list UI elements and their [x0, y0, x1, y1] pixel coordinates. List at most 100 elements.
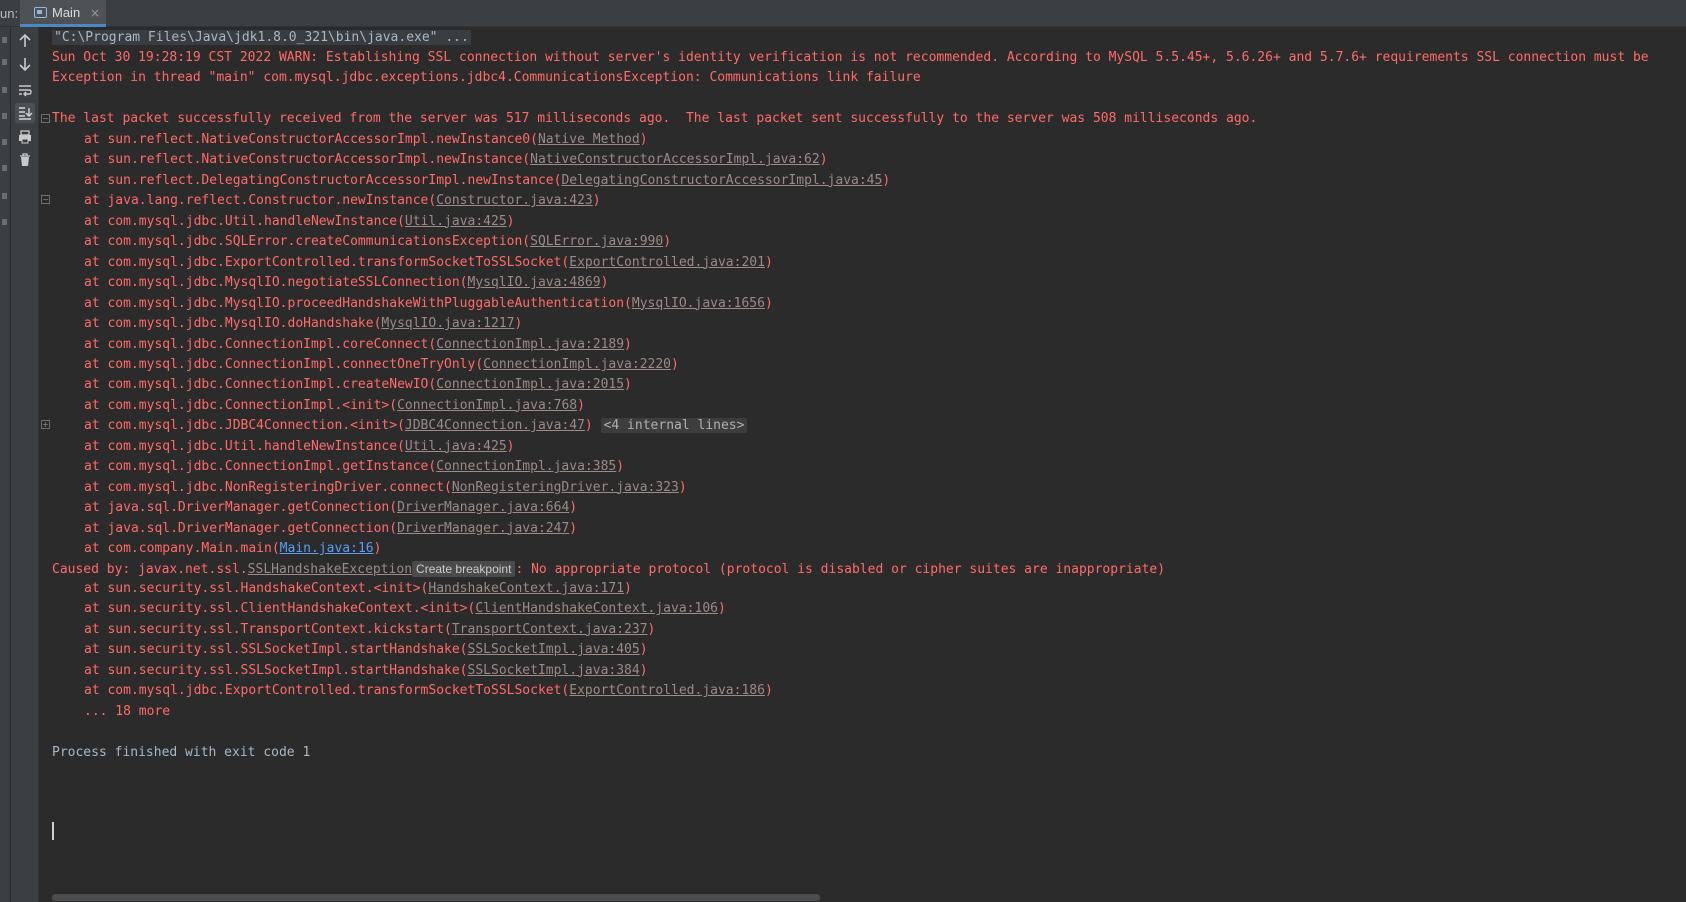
stack-frame-close-paren: ): [592, 193, 601, 209]
stack-frame-close-paren: ): [577, 397, 585, 413]
console-line-more: ... 18 more: [84, 704, 171, 719]
source-link[interactable]: MysqlIO.java:4869: [468, 275, 601, 290]
internal-lines-fold[interactable]: <4 internal lines>: [600, 418, 748, 434]
stack-frame-method: at com.mysql.jdbc.SQLError.createCommuni…: [84, 234, 531, 250]
source-link[interactable]: Constructor.java:423: [436, 193, 593, 208]
stack-frame-method: at com.mysql.jdbc.ConnectionImpl.<init>(: [84, 397, 398, 413]
source-link[interactable]: NonRegisteringDriver.java:323: [452, 480, 679, 495]
source-link[interactable]: ClientHandshakeContext.java:106: [475, 601, 718, 616]
caused-by-prefix: Caused by: javax.net.ssl.: [52, 562, 248, 577]
stack-frame-close-paren: ): [506, 438, 515, 454]
source-link[interactable]: MysqlIO.java:1217: [381, 316, 514, 331]
stack-frame-method: at com.mysql.jdbc.ConnectionImpl.createN…: [84, 377, 437, 393]
print-icon[interactable]: [15, 127, 35, 147]
source-link[interactable]: ExportControlled.java:186: [569, 683, 765, 698]
source-link[interactable]: TransportContext.java:237: [452, 622, 648, 637]
source-link[interactable]: MysqlIO.java:1656: [632, 296, 765, 311]
console-output[interactable]: − − + "C:\Program Files\Java\jdk1.8.0_32…: [39, 27, 1686, 902]
source-link[interactable]: DriverManager.java:664: [397, 500, 569, 515]
exception-class-link[interactable]: SSLHandshakeException: [248, 562, 412, 577]
stack-frame-method: at com.mysql.jdbc.ConnectionImpl.connect…: [84, 356, 484, 372]
source-link[interactable]: Main.java:16: [280, 541, 374, 556]
close-icon[interactable]: ×: [90, 6, 100, 20]
stack-frame-method: at java.sql.DriverManager.getConnection(: [84, 500, 398, 516]
stack-frame-close-paren: ): [514, 316, 523, 332]
stack-frame-line: at sun.reflect.NativeConstructorAccessor…: [52, 149, 828, 171]
stack-frame-close-paren: ): [569, 520, 578, 536]
create-breakpoint-button[interactable]: Create breakpoint: [412, 561, 516, 577]
horizontal-scrollbar[interactable]: [52, 894, 820, 901]
stack-frame-close-paren: ): [639, 132, 648, 147]
stack-frame-line: at com.mysql.jdbc.SQLError.createCommuni…: [52, 231, 671, 253]
stack-frame-line: at sun.security.ssl.SSLSocketImpl.startH…: [52, 639, 648, 661]
source-link[interactable]: Util.java:425: [405, 439, 507, 454]
stack-frame-close-paren: ): [671, 356, 679, 372]
console-line-exception: Exception in thread "main" com.mysql.jdb…: [52, 70, 921, 85]
stack-frame-line: at com.mysql.jdbc.MysqlIO.doHandshake(My…: [52, 313, 522, 335]
fold-end-icon[interactable]: −: [41, 195, 50, 204]
edge-marker: [2, 59, 7, 65]
source-link[interactable]: SSLSocketImpl.java:384: [468, 663, 640, 678]
stack-frame-line: at com.mysql.jdbc.NonRegisteringDriver.c…: [52, 477, 687, 499]
stack-frame-method: at sun.reflect.NativeConstructorAccessor…: [84, 152, 531, 168]
console-line-process-finished: Process finished with exit code 1: [52, 745, 311, 760]
stack-frame-close-paren: ): [764, 254, 773, 270]
arrow-up-icon[interactable]: [15, 31, 35, 51]
stack-frame-close-paren: ): [639, 642, 648, 658]
stack-frame-method: at sun.reflect.NativeConstructorAccessor…: [84, 132, 538, 147]
stack-frame-line: at com.mysql.jdbc.Util.handleNewInstance…: [52, 211, 514, 233]
source-link[interactable]: ConnectionImpl.java:2015: [436, 377, 624, 392]
stack-frame-line: at java.sql.DriverManager.getConnection(…: [52, 518, 577, 540]
run-label: un:: [0, 6, 19, 21]
command-text[interactable]: "C:\Program Files\Java\jdk1.8.0_321\bin\…: [52, 30, 471, 45]
edge-marker: [2, 113, 7, 119]
source-link[interactable]: SQLError.java:990: [530, 234, 663, 249]
fold-expand-icon[interactable]: +: [41, 420, 50, 429]
stack-frame-close-paren: ): [600, 275, 609, 291]
stack-frame-close-paren: ): [373, 541, 382, 556]
stack-frame-line: at com.mysql.jdbc.MysqlIO.proceedHandsha…: [52, 293, 773, 315]
scroll-to-end-icon[interactable]: [15, 103, 35, 123]
stack-frame-close-paren: ): [717, 601, 726, 617]
stack-frame-close-paren: ): [624, 377, 632, 393]
source-link[interactable]: ConnectionImpl.java:768: [397, 398, 577, 413]
console-line-last-packet: The last packet successfully received fr…: [52, 111, 1258, 126]
source-link[interactable]: NativeConstructorAccessorImpl.java:62: [530, 152, 820, 167]
stack-frame-method: at com.company.Main.main(: [84, 541, 280, 556]
console-line-warning: Sun Oct 30 19:28:19 CST 2022 WARN: Estab…: [52, 50, 1649, 65]
stack-frame-method: at sun.reflect.DelegatingConstructorAcce…: [84, 172, 562, 188]
source-link[interactable]: DelegatingConstructorAccessorImpl.java:4…: [561, 173, 882, 188]
edge-marker: [2, 139, 7, 145]
source-link[interactable]: Util.java:425: [405, 214, 507, 229]
source-link[interactable]: Native Method: [538, 132, 640, 147]
stack-frame-line: at com.company.Main.main(Main.java:16): [52, 538, 381, 560]
soft-wrap-icon[interactable]: [15, 80, 35, 100]
edge-marker: [2, 219, 7, 225]
stack-frame-line: at com.mysql.jdbc.JDBC4Connection.<init>…: [52, 415, 748, 437]
stack-frame-line: at com.mysql.jdbc.ConnectionImpl.<init>(…: [52, 395, 585, 417]
text-caret: [52, 822, 54, 840]
source-link[interactable]: HandshakeContext.java:171: [428, 581, 624, 596]
stack-frame-method: at sun.security.ssl.ClientHandshakeConte…: [84, 601, 476, 617]
fold-open-icon[interactable]: −: [41, 114, 50, 123]
stack-frame-close-paren: ): [506, 213, 515, 229]
source-link[interactable]: ExportControlled.java:201: [569, 255, 765, 270]
stack-frame-close-paren: ): [647, 621, 656, 637]
stack-frame-line: at com.mysql.jdbc.ConnectionImpl.createN…: [52, 374, 632, 396]
arrow-down-icon[interactable]: [15, 54, 35, 74]
source-link[interactable]: ConnectionImpl.java:385: [436, 459, 616, 474]
edge-marker: [2, 37, 7, 43]
stack-frame-method: at com.mysql.jdbc.Util.handleNewInstance…: [84, 438, 405, 454]
source-link[interactable]: DriverManager.java:247: [397, 521, 569, 536]
source-link[interactable]: ConnectionImpl.java:2220: [483, 357, 671, 372]
source-link[interactable]: JDBC4Connection.java:47: [405, 418, 585, 433]
source-link[interactable]: ConnectionImpl.java:2189: [436, 337, 624, 352]
stack-frame-line: at com.mysql.jdbc.Util.handleNewInstance…: [52, 436, 514, 458]
left-edge-strip: [0, 27, 11, 902]
stack-frame-method: at com.mysql.jdbc.ConnectionImpl.getInst…: [84, 459, 437, 475]
source-link[interactable]: SSLSocketImpl.java:405: [468, 642, 640, 657]
trash-icon[interactable]: [15, 150, 35, 170]
stack-frame-close-paren: ): [569, 500, 578, 516]
stack-frame-close-paren: ): [616, 459, 625, 475]
stack-frame-close-paren: ): [764, 683, 773, 699]
